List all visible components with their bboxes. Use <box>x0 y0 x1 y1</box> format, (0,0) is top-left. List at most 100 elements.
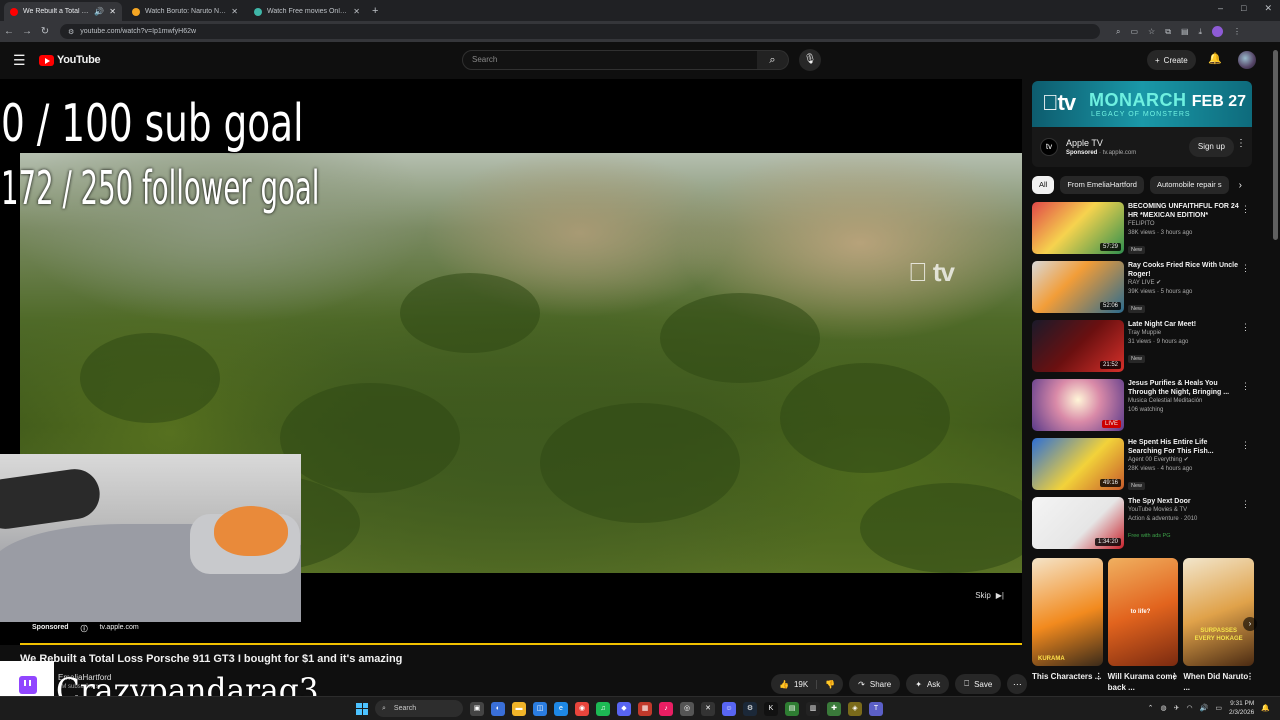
app-icon[interactable]: ◈ <box>848 701 862 716</box>
app-tray-icon[interactable]: ◍ <box>1161 704 1167 712</box>
youtube-logo[interactable]: YouTube <box>39 54 101 66</box>
ad-banner[interactable]: tv MONARCH LEGACY OF MONSTERS FEB 27 <box>1032 81 1252 127</box>
edge-icon[interactable]: e <box>554 701 568 716</box>
chip-from-channel[interactable]: From EmeliaHartford <box>1060 176 1144 194</box>
ad-url-link[interactable]: tv.apple.com <box>100 624 139 634</box>
video-channel[interactable]: Musica Celestial Meditación <box>1128 397 1240 406</box>
more-actions-button[interactable]: ⋯ <box>1007 674 1028 694</box>
tab-youtube-video[interactable]: We Rebuilt a Total Loss Porsche 911 GT3 … <box>4 2 122 21</box>
chevron-right-icon[interactable]: › <box>1239 180 1242 191</box>
video-channel[interactable]: FELIPITO <box>1128 220 1240 229</box>
clock[interactable]: 9:31 PM 2/3/2026 <box>1229 699 1254 717</box>
create-button[interactable]: + Create <box>1147 50 1196 70</box>
sidebar-icon[interactable]: ▤ <box>1181 27 1189 36</box>
xbox-icon[interactable]: ✚ <box>827 701 841 716</box>
list-item[interactable]: 57:29 BECOMING UNFAITHFUL FOR 24 HR *MEX… <box>1032 202 1254 259</box>
battery-icon[interactable]: ▭ <box>1215 704 1222 712</box>
cast-icon[interactable]: ▭ <box>1130 27 1138 36</box>
chip-all[interactable]: All <box>1032 176 1055 194</box>
page-scrollbar[interactable] <box>1273 50 1278 240</box>
widgets-icon[interactable]: ◐ <box>491 701 505 716</box>
app-icon[interactable]: ◎ <box>680 701 694 716</box>
browser-menu-icon[interactable]: ⋮ <box>1233 27 1241 36</box>
address-bar[interactable]: ⚙ youtube.com/watch?v=Ip1mwfyH62w <box>60 24 1100 39</box>
zoom-icon[interactable]: ⌕ <box>1116 27 1120 37</box>
wifi-icon[interactable]: ◠ <box>1187 704 1193 712</box>
calendar-icon[interactable]: ▦ <box>638 701 652 716</box>
new-tab-button[interactable]: + <box>372 2 378 21</box>
notifications-bell-icon[interactable]: 🔔 <box>1208 52 1222 65</box>
voice-search-button[interactable]: 🎙 <box>799 49 821 71</box>
volume-icon[interactable]: 🔊 <box>1200 704 1209 712</box>
notifications-icon[interactable]: 🔔 <box>1261 704 1270 712</box>
video-title[interactable]: He Spent His Entire Life Searching For T… <box>1128 438 1240 456</box>
skip-ad-button[interactable]: Skip ▶| <box>975 591 1004 600</box>
extensions-icon[interactable]: ⧉ <box>1165 27 1171 37</box>
app-icon[interactable]: ▥ <box>806 701 820 716</box>
video-thumbnail[interactable]: 49:16 <box>1032 438 1124 490</box>
tab-boruto[interactable]: Watch Boruto: Naruto Next Generations ✕ <box>126 2 244 21</box>
profile-avatar-icon[interactable] <box>1212 26 1224 37</box>
short-more-icon[interactable]: ⋮ <box>1246 671 1254 682</box>
tab-free-movies[interactable]: Watch Free movies Online | 123 ✕ <box>248 2 366 21</box>
forward-arrow-icon[interactable]: → <box>18 26 36 37</box>
close-tab-icon[interactable]: ✕ <box>109 7 116 16</box>
video-channel[interactable]: YouTube Movies & TV <box>1128 506 1240 515</box>
app-icon[interactable]: ✕ <box>701 701 715 716</box>
ad-more-icon[interactable]: ⋮ <box>1236 138 1246 149</box>
short-title[interactable]: Will Kurama come back ... ⋮ <box>1108 671 1179 693</box>
taskbar-search[interactable]: ⌕ Search <box>375 700 463 717</box>
minimize-button[interactable]: – <box>1218 3 1223 14</box>
short-more-icon[interactable]: ⋮ <box>1095 671 1103 682</box>
steam-icon[interactable]: ⚙ <box>743 701 757 716</box>
video-more-icon[interactable]: ⋮ <box>1241 204 1250 215</box>
maximize-button[interactable]: □ <box>1241 3 1246 14</box>
short-title[interactable]: When Did Naruto ... ⋮ <box>1183 671 1254 693</box>
search-input[interactable]: Search <box>462 50 758 70</box>
sign-up-button[interactable]: Sign up <box>1188 137 1234 157</box>
video-title[interactable]: Late Night Car Meet! <box>1128 320 1240 329</box>
video-channel[interactable]: RAY LIVE ✔ <box>1128 279 1240 288</box>
dislike-button[interactable]: 👎 <box>817 680 843 689</box>
video-more-icon[interactable]: ⋮ <box>1241 440 1250 451</box>
file-explorer-icon[interactable]: ▬ <box>512 701 526 716</box>
chip-automobile-repair[interactable]: Automobile repair s <box>1149 176 1229 194</box>
video-channel[interactable]: Tray Muppie <box>1128 329 1240 338</box>
list-item[interactable]: 21:52 Late Night Car Meet! Tray Muppie 3… <box>1032 320 1254 377</box>
app-icon[interactable]: ▤ <box>785 701 799 716</box>
close-tab-icon[interactable]: ✕ <box>353 7 360 16</box>
app-tray-icon[interactable]: ✈ <box>1174 704 1180 712</box>
video-player[interactable]:  tv 0 / 100 sub goal 172 / 250 follower… <box>0 79 1022 645</box>
short-thumbnail[interactable]: SURPASSES EVERY HOKAGE <box>1183 558 1255 666</box>
like-button[interactable]: 👍 19K <box>771 679 818 689</box>
video-thumbnail[interactable]: 1:34:20 <box>1032 497 1124 549</box>
video-more-icon[interactable]: ⋮ <box>1241 263 1250 274</box>
close-tab-icon[interactable]: ✕ <box>231 7 238 16</box>
video-thumbnail[interactable]: LIVE <box>1032 379 1124 431</box>
ad-progress-bar[interactable] <box>20 643 1022 645</box>
ask-button[interactable]: ✦ Ask <box>906 674 950 694</box>
short-thumbnail[interactable]: to life? <box>1107 558 1179 666</box>
close-window-button[interactable]: ✕ <box>1264 3 1272 14</box>
info-icon[interactable]: ⓘ <box>81 624 88 634</box>
video-thumbnail[interactable]: 21:52 <box>1032 320 1124 372</box>
video-title[interactable]: BECOMING UNFAITHFUL FOR 24 HR *MEXICAN E… <box>1128 202 1240 220</box>
shorts-next-arrow-icon[interactable]: › <box>1243 617 1257 631</box>
teams-icon[interactable]: T <box>869 701 883 716</box>
bookmark-star-icon[interactable]: ☆ <box>1148 27 1155 36</box>
short-thumbnail[interactable]: KURAMA <box>1032 558 1103 666</box>
video-channel[interactable]: Agent 00 Everything ✔ <box>1128 456 1240 465</box>
search-button[interactable]: ⌕ <box>757 50 789 70</box>
back-arrow-icon[interactable]: ← <box>0 26 18 37</box>
short-more-icon[interactable]: ⋮ <box>1170 671 1178 682</box>
chevron-up-icon[interactable]: ⌃ <box>1148 704 1154 712</box>
chrome-icon[interactable]: ◉ <box>575 701 589 716</box>
share-button[interactable]: ↷ Share <box>849 674 901 694</box>
windows-start-icon[interactable] <box>356 702 368 715</box>
save-button[interactable]: ⎕ Save <box>955 674 1002 694</box>
app-icon[interactable]: K <box>764 701 778 716</box>
list-item[interactable]: 1:34:20 The Spy Next Door YouTube Movies… <box>1032 497 1254 554</box>
video-title[interactable]: The Spy Next Door <box>1128 497 1240 506</box>
video-more-icon[interactable]: ⋮ <box>1241 499 1250 510</box>
media-icon[interactable]: ♪ <box>659 701 673 716</box>
